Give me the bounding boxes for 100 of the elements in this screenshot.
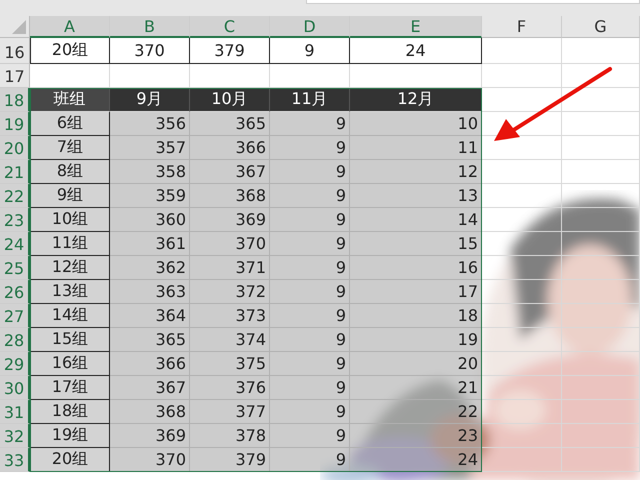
table-cell: 9 (270, 280, 350, 304)
table-cell: 9 (270, 232, 350, 256)
table-cell: 6组 (30, 112, 110, 136)
table-cell: 357 (110, 136, 190, 160)
table-cell: 365 (190, 112, 270, 136)
table-cell: 21 (350, 376, 482, 400)
select-all-button[interactable] (0, 16, 30, 38)
table-cell: 22 (350, 400, 482, 424)
column-heading: 12月 (350, 88, 482, 112)
table-cell: 17 (350, 280, 482, 304)
row-header[interactable]: 23 (0, 208, 30, 232)
table-cell: 9 (270, 136, 350, 160)
column-heading: 10月 (190, 88, 270, 112)
row-header[interactable]: 18 (0, 88, 30, 112)
table-cell: 11 (350, 136, 482, 160)
table-cell: 9组 (30, 184, 110, 208)
column-header[interactable]: D (270, 16, 350, 38)
table-cell: 9 (270, 160, 350, 184)
column-header[interactable]: E (350, 16, 482, 38)
row-header[interactable]: 19 (0, 112, 30, 136)
table-cell: 14组 (30, 304, 110, 328)
table-cell: 368 (110, 400, 190, 424)
table-cell: 9 (270, 38, 350, 64)
table-cell: 9 (270, 112, 350, 136)
column-header[interactable]: C (190, 16, 270, 38)
table-cell: 370 (110, 448, 190, 472)
row-header[interactable]: 28 (0, 328, 30, 352)
table-cell: 9 (270, 208, 350, 232)
table-cell: 9 (270, 184, 350, 208)
table-cell: 9 (270, 256, 350, 280)
triangle-icon (12, 20, 26, 34)
row-header[interactable]: 20 (0, 136, 30, 160)
table-cell: 7组 (30, 136, 110, 160)
table-cell: 15组 (30, 328, 110, 352)
row-header[interactable]: 27 (0, 304, 30, 328)
row-header[interactable]: 31 (0, 400, 30, 424)
table-cell: 19 (350, 328, 482, 352)
table-cell: 368 (190, 184, 270, 208)
table-cell: 20 (350, 352, 482, 376)
table-cell: 361 (110, 232, 190, 256)
column-header[interactable]: G (562, 16, 640, 38)
table-cell: 365 (110, 328, 190, 352)
row-header[interactable]: 25 (0, 256, 30, 280)
table-cell: 24 (350, 448, 482, 472)
table-cell: 9 (270, 352, 350, 376)
table-cell: 16组 (30, 352, 110, 376)
table-cell: 9 (270, 328, 350, 352)
table-cell: 23 (350, 424, 482, 448)
table-cell: 366 (110, 352, 190, 376)
column-heading: 班组 (30, 88, 110, 112)
table-cell: 374 (190, 328, 270, 352)
table-cell: 12组 (30, 256, 110, 280)
table-cell: 9 (270, 304, 350, 328)
table-cell: 20组 (30, 448, 110, 472)
table-cell: 379 (190, 448, 270, 472)
row-header[interactable]: 22 (0, 184, 30, 208)
table-cell: 360 (110, 208, 190, 232)
table-cell: 9 (270, 400, 350, 424)
column-heading: 11月 (270, 88, 350, 112)
row-header[interactable]: 24 (0, 232, 30, 256)
column-heading: 9月 (110, 88, 190, 112)
row-header[interactable]: 29 (0, 352, 30, 376)
row-header[interactable]: 16 (0, 38, 30, 64)
column-header[interactable]: A (30, 16, 110, 38)
table-cell: 359 (110, 184, 190, 208)
row-header[interactable]: 32 (0, 424, 30, 448)
table-cell: 11组 (30, 232, 110, 256)
table-cell: 10 (350, 112, 482, 136)
table-cell: 18组 (30, 400, 110, 424)
table-cell: 8组 (30, 160, 110, 184)
table-cell: 370 (190, 232, 270, 256)
table-cell: 24 (350, 38, 482, 64)
table-cell: 9 (270, 448, 350, 472)
table-cell: 369 (190, 208, 270, 232)
column-header[interactable]: B (110, 16, 190, 38)
row-header[interactable]: 26 (0, 280, 30, 304)
table-cell: 9 (270, 376, 350, 400)
table-cell: 367 (110, 376, 190, 400)
row-header[interactable]: 21 (0, 160, 30, 184)
table-cell: 14 (350, 208, 482, 232)
table-cell: 375 (190, 352, 270, 376)
row-header[interactable]: 33 (0, 448, 30, 472)
column-header[interactable]: F (482, 16, 562, 38)
table-cell: 20组 (30, 38, 110, 64)
table-cell: 358 (110, 160, 190, 184)
table-cell: 367 (190, 160, 270, 184)
table-cell: 379 (190, 38, 270, 64)
table-cell: 378 (190, 424, 270, 448)
table-cell: 376 (190, 376, 270, 400)
row-header[interactable]: 30 (0, 376, 30, 400)
table-cell: 19组 (30, 424, 110, 448)
row-header[interactable]: 17 (0, 64, 30, 88)
table-cell: 364 (110, 304, 190, 328)
table-cell: 9 (270, 424, 350, 448)
table-cell: 377 (190, 400, 270, 424)
table-cell: 373 (190, 304, 270, 328)
table-cell: 366 (190, 136, 270, 160)
table-cell: 12 (350, 160, 482, 184)
table-cell: 10组 (30, 208, 110, 232)
table-cell: 15 (350, 232, 482, 256)
